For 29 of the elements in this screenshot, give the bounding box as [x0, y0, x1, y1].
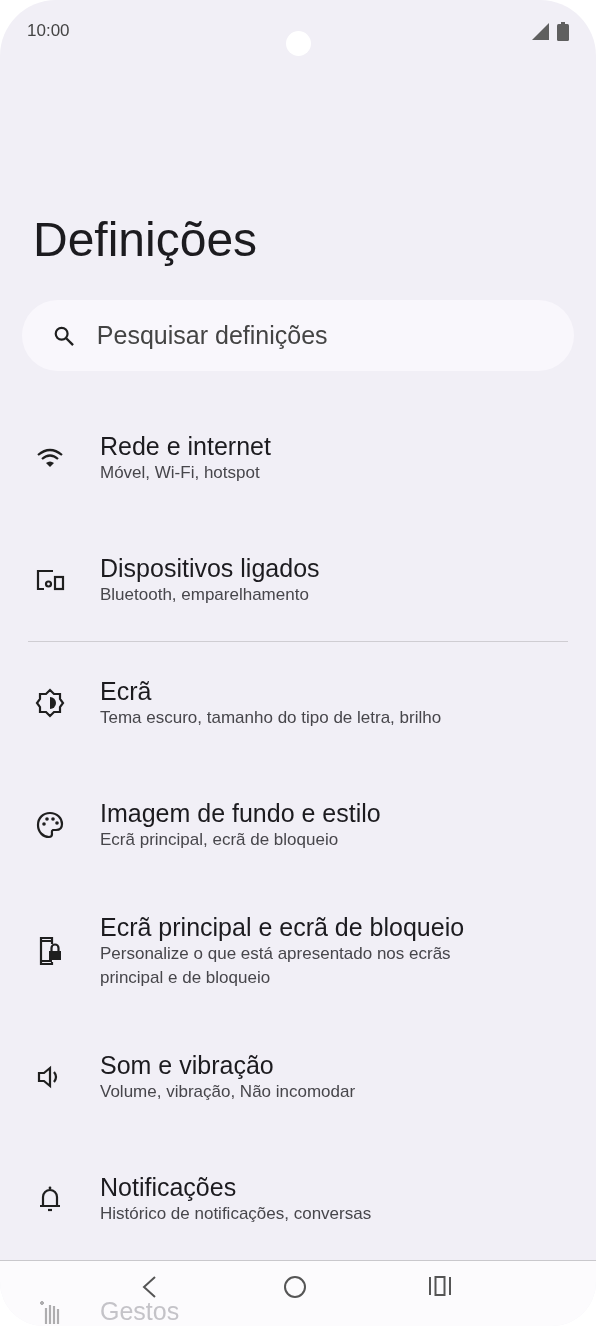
setting-title[interactable]: Imagem de fundo e estilo: [100, 798, 381, 828]
setting-subtitle: Bluetooth, emparelhamento: [100, 584, 310, 606]
setting-subtitle: Tema escuro, tamanho do tipo de letra, brilho: [100, 707, 442, 729]
bell-icon: [38, 1185, 62, 1213]
devices-icon: [35, 569, 65, 591]
setting-subtitle: Volume, vibração, Não incomodar: [100, 1081, 356, 1103]
setting-subtitle: Móvel, Wi-Fi, hotspot: [100, 462, 261, 484]
brightness-icon: [35, 688, 65, 718]
setting-subtitle: Ecrã principal, ecrã de bloqueio: [100, 829, 340, 851]
search-field[interactable]: Pesquisar definições: [22, 300, 574, 371]
search-input[interactable]: Pesquisar definições: [96, 316, 543, 355]
setting-subtitle: Personalize o que está apresentado nos ecrãs principal e de bloqueio: [100, 943, 452, 989]
home-icon[interactable]: [283, 1275, 307, 1299]
setting-title[interactable]: Notificações: [100, 1172, 372, 1202]
recents-icon[interactable]: [428, 1275, 452, 1297]
setting-title[interactable]: Ecrã: [100, 676, 442, 706]
page-title: Definições: [33, 212, 259, 268]
status-time: 10:00: [27, 20, 70, 43]
battery-icon: [557, 21, 569, 41]
wifi-icon: [37, 448, 63, 468]
signal-icon: [532, 22, 549, 40]
phone-lock-icon: [38, 935, 62, 967]
setting-title[interactable]: Ecrã principal e ecrã de bloqueio: [100, 912, 510, 942]
setting-title[interactable]: Rede e internet: [100, 431, 271, 461]
setting-subtitle: Histórico de notificações, conversas: [100, 1203, 372, 1225]
back-icon[interactable]: [140, 1275, 158, 1299]
palette-icon: [36, 811, 64, 839]
setting-title[interactable]: Dispositivos ligados: [100, 553, 320, 583]
setting-title[interactable]: Som e vibração: [100, 1050, 356, 1080]
